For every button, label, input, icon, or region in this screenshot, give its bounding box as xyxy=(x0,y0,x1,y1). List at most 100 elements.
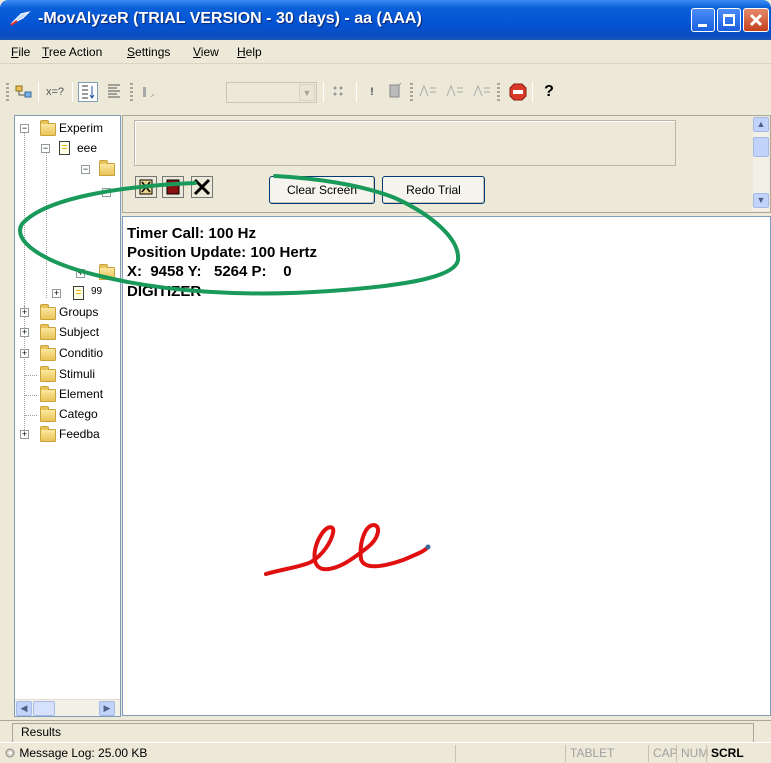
folder-icon xyxy=(40,386,56,402)
maximize-button[interactable] xyxy=(717,8,741,32)
tree-item[interactable]: + Conditio xyxy=(15,344,120,364)
tree-item[interactable]: + Groups xyxy=(15,303,120,323)
tree-item[interactable]: Stimuli xyxy=(15,365,120,385)
menu-bar: File Tree Action Settings View Help xyxy=(0,40,771,64)
toolbar: x=? ▼ ! ? xyxy=(0,65,771,109)
close-icon xyxy=(749,13,763,27)
handwriting-trace xyxy=(264,522,431,576)
scroll-lock-indicator: SCRL xyxy=(706,745,746,762)
title-bar: -MovAlyzeR (TRIAL VERSION - 30 days) - a… xyxy=(0,0,771,40)
tree-item[interactable]: − xyxy=(15,182,120,202)
close-button[interactable] xyxy=(743,8,769,32)
experiment-tree[interactable]: − Experim − eee − − + + 99 + Groups + Su… xyxy=(14,115,121,717)
clear-screen-button[interactable]: Clear Screen xyxy=(269,176,375,204)
folder-icon xyxy=(40,324,56,340)
folder-icon xyxy=(40,304,56,320)
results-tab[interactable]: Results xyxy=(12,723,754,743)
toolbar-separator xyxy=(323,82,324,102)
folder-icon xyxy=(40,406,56,422)
expand-icon[interactable]: + xyxy=(20,308,29,317)
page-icon[interactable] xyxy=(385,82,405,102)
tree-item[interactable]: Element xyxy=(15,385,120,405)
trial-control-panel: ▲ ▼ Clear Screen Redo Trial xyxy=(122,115,771,213)
collapse-icon[interactable]: − xyxy=(20,124,29,133)
minimize-button[interactable] xyxy=(691,8,715,32)
tree-icon[interactable] xyxy=(14,82,34,102)
menu-tree-action[interactable]: Tree Action xyxy=(42,45,102,59)
trial-select[interactable]: ▼ xyxy=(226,82,317,103)
tree-item-label: Feedba xyxy=(59,427,100,441)
collapse-icon[interactable]: − xyxy=(102,188,111,197)
tree-item[interactable]: + Subject xyxy=(15,323,120,343)
tree-item[interactable]: − Experim xyxy=(15,120,120,140)
trial-text-box[interactable] xyxy=(134,120,676,166)
num-indicator: NUM xyxy=(676,745,708,762)
tree-item[interactable]: − eee xyxy=(15,139,120,159)
tree-item[interactable]: − xyxy=(15,160,120,180)
tree-item[interactable]: + Feedba xyxy=(15,425,120,445)
expand-icon[interactable]: + xyxy=(20,328,29,337)
redo-trial-button[interactable]: Redo Trial xyxy=(382,176,485,204)
tree-item[interactable]: + xyxy=(15,264,120,284)
scroll-left-button[interactable]: ◀ xyxy=(16,701,32,716)
toolbar-grip xyxy=(410,83,413,101)
expand-icon[interactable]: + xyxy=(20,349,29,358)
collapse-icon[interactable]: − xyxy=(81,165,90,174)
dots-icon[interactable] xyxy=(328,82,348,102)
list-icon[interactable] xyxy=(104,82,124,102)
menu-help[interactable]: Help xyxy=(237,45,262,59)
segment-icon-2[interactable] xyxy=(445,82,465,102)
chevron-down-icon[interactable]: ▼ xyxy=(299,84,315,101)
results-bar: Results xyxy=(0,720,771,743)
formula-button[interactable]: x=? xyxy=(42,82,68,102)
expand-icon[interactable]: + xyxy=(76,269,85,278)
menu-view[interactable]: View xyxy=(193,45,219,59)
chart-icon[interactable] xyxy=(138,82,158,102)
tree-item-label: Stimuli xyxy=(59,367,96,381)
toolbar-separator xyxy=(532,82,533,102)
digitizer-canvas[interactable]: Timer Call: 100 Hz Position Update: 100 … xyxy=(122,216,771,716)
stop-icon[interactable] xyxy=(508,82,528,102)
tree-item-label: Groups xyxy=(59,305,99,319)
window-title: -MovAlyzeR (TRIAL VERSION - 30 days) - a… xyxy=(38,10,422,27)
help-icon[interactable]: ? xyxy=(539,82,559,102)
tree-item-label: eee xyxy=(77,141,98,155)
folder-icon xyxy=(99,264,115,280)
tree-item-label: Subject xyxy=(59,325,100,339)
tree-item[interactable]: + 99 xyxy=(15,284,120,304)
folder-icon xyxy=(40,366,56,382)
scroll-right-button[interactable]: ▶ xyxy=(99,701,115,716)
segment-icon-3[interactable] xyxy=(472,82,492,102)
tree-horizontal-scrollbar[interactable]: ◀ ▶ xyxy=(15,699,120,716)
scroll-down-button[interactable]: ▼ xyxy=(753,193,769,208)
folder-icon xyxy=(40,120,56,136)
scroll-thumb[interactable] xyxy=(33,701,55,716)
caps-indicator: CAP xyxy=(648,745,678,762)
scroll-thumb[interactable] xyxy=(753,137,769,157)
toolbar-grip xyxy=(6,83,9,101)
status-bar: Message Log: 25.00 KB TABLET CAP NUM SCR… xyxy=(0,742,771,763)
record-icon[interactable] xyxy=(135,176,157,198)
tree-item-label: Experim xyxy=(59,121,104,135)
panel-vertical-scrollbar[interactable]: ▲ ▼ xyxy=(753,117,769,211)
menu-settings[interactable]: Settings xyxy=(127,45,170,59)
cancel-icon[interactable] xyxy=(191,176,213,198)
exclamation-icon[interactable]: ! xyxy=(362,82,382,102)
toolbar-grip xyxy=(497,83,500,101)
toolbar-separator xyxy=(72,82,73,102)
menu-file[interactable]: File xyxy=(11,45,30,59)
toolbar-separator xyxy=(356,82,357,102)
scroll-up-button[interactable]: ▲ xyxy=(753,117,769,132)
tree-item-label: Conditio xyxy=(59,346,104,360)
tree-item[interactable]: Catego xyxy=(15,405,120,425)
expand-icon[interactable]: + xyxy=(52,289,61,298)
expand-icon[interactable]: + xyxy=(20,430,29,439)
collapse-icon[interactable]: − xyxy=(41,144,50,153)
tree-item-label: Element xyxy=(59,387,104,401)
message-log-status: Message Log: 25.00 KB xyxy=(4,745,147,762)
document-icon xyxy=(73,286,84,300)
segment-icon-1[interactable] xyxy=(418,82,438,102)
sort-icon[interactable] xyxy=(78,82,98,102)
folder-icon xyxy=(40,345,56,361)
stop-record-icon[interactable] xyxy=(162,176,184,198)
